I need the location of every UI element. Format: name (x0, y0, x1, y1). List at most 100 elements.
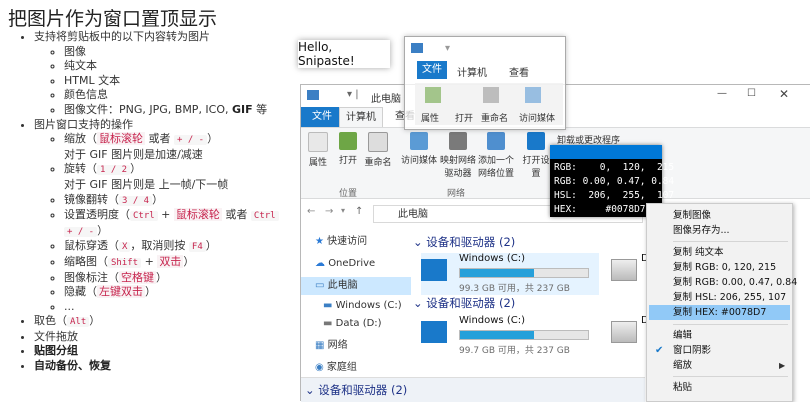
kbd: F4 (188, 242, 206, 253)
list-item-text: 支持将剪贴板中的以下内容转为图片 (34, 30, 210, 43)
menu-item-copy-image[interactable]: 复制图像 (673, 208, 711, 223)
list-item: 文件拖放 (34, 330, 296, 345)
snip-ribbon-image[interactable]: ▾ 文件 计算机 查看 属性 打开 重命名 访问媒体 (404, 36, 566, 130)
group-label: 网络 (447, 189, 466, 199)
drive-tile[interactable]: D (611, 315, 651, 357)
open-settings-button[interactable]: 打开设置 (519, 132, 553, 179)
nav-item-homegroup[interactable]: ◉ 家庭组 (315, 359, 357, 377)
menu-item-copy-text[interactable]: 复制 纯文本 (673, 245, 724, 260)
text: 旋转（ (64, 162, 97, 176)
dropdown-icon: ▾ (445, 43, 451, 54)
menu-item-copy-rgb-float[interactable]: 复制 RGB: 0.00, 0.47, 0.84 (673, 275, 797, 290)
bottom-snip-strip[interactable]: ⌄ 设备和驱动器 (2) (301, 377, 645, 402)
section-title: 设备和驱动器 (2) (426, 296, 516, 310)
drive-tile[interactable]: Windows (C:) 99.3 GB 可用，共 237 GB (421, 253, 599, 295)
text: 缩略图（ (64, 254, 108, 268)
access-media-button[interactable]: 访问媒体 (399, 132, 439, 166)
drive-size: 99.3 GB 可用，共 237 GB (459, 284, 570, 294)
menu-item-copy-rgb[interactable]: 复制 RGB: 0, 120, 215 (673, 260, 776, 275)
button-label: 打开 (338, 156, 357, 166)
list-item: 取色（Alt） (34, 314, 296, 330)
nav-label: OneDrive (328, 258, 376, 269)
rename-button[interactable]: 重命名 (361, 132, 395, 168)
nav-item-drive-c[interactable]: ▬ Windows (C:) (323, 297, 402, 315)
text: 或者 (221, 208, 251, 222)
text: 对于 GIF 图片则是加速/减速 (64, 147, 203, 161)
menu-item-window-shadow[interactable]: 窗口阴影 (673, 343, 711, 358)
section-header[interactable]: ⌄ 设备和驱动器 (2) (413, 234, 515, 250)
menu-item-edit[interactable]: 编辑 (673, 328, 692, 343)
list-item: 图片窗口支持的操作 缩放（鼠标滚轮 或者 + / -）对于 GIF 图片则是加速… (34, 118, 296, 315)
menu-item-zoom[interactable]: 缩放 (673, 358, 692, 373)
list-item: HTML 文本 (64, 74, 296, 89)
chevron-down-icon: ⌄ (305, 383, 319, 397)
open-icon (339, 132, 357, 150)
maximize-icon[interactable]: ☐ (747, 88, 756, 99)
nav-item-drive-d[interactable]: ▬ Data (D:) (323, 315, 382, 333)
text: ） (89, 314, 101, 328)
rename-icon (368, 132, 388, 152)
drive-icon (611, 321, 637, 343)
back-arrow-icon[interactable]: ← (307, 206, 315, 217)
context-menu: 复制图像 图像另存为... 复制 纯文本 复制 RGB: 0, 120, 215… (646, 203, 797, 402)
kbd: + / - (64, 226, 98, 237)
section-title: 设备和驱动器 (2) (318, 383, 408, 397)
section-header[interactable]: ⌄ 设备和驱动器 (2) (413, 295, 515, 311)
add-network-location-button[interactable]: 添加一个网络位置 (475, 132, 517, 179)
close-icon[interactable]: ✕ (779, 87, 789, 101)
text-bold: 贴图分组 (34, 344, 78, 358)
menu-item-copy-hsl[interactable]: 复制 HSL: 206, 255, 107 (673, 290, 786, 305)
tab-computer[interactable]: 计算机 (339, 107, 383, 128)
button-label: 重命名 (364, 158, 392, 168)
list-item: 旋转（1 / 2）对于 GIF 图片则是 上一帧/下一帧 (64, 162, 296, 192)
menu-item-paste[interactable]: 粘贴 (673, 380, 692, 395)
text: 图像标注（ (64, 270, 119, 284)
color-swatch (550, 145, 662, 159)
button-label: 属性 (421, 114, 440, 124)
nav-item-quick-access[interactable]: ★ 快速访问 (315, 233, 367, 251)
tab-file[interactable]: 文件 (301, 107, 343, 127)
nav-label: Data (D:) (335, 318, 382, 329)
map-drive-button[interactable]: 映射网络驱动器 (437, 132, 479, 179)
minimize-icon[interactable]: — (717, 88, 727, 99)
menu-item-copy-hex[interactable]: 复制 HEX: #0078D7 (649, 305, 790, 320)
quick-access-toolbar[interactable]: ▾ | (347, 89, 359, 100)
button-label: 访问媒体 (519, 114, 556, 124)
nav-pane: ★ 快速访问 ☁ OneDrive ▭ 此电脑 ▬ Windows (C:) ▬… (301, 231, 413, 401)
text: 隐藏（ (64, 285, 97, 299)
list-item: 自动备份、恢复 (34, 359, 296, 374)
nav-item-onedrive[interactable]: ☁ OneDrive (315, 255, 375, 273)
drive-usage-fill (460, 331, 535, 339)
section-header: ⌄ 设备和驱动器 (2) (305, 382, 407, 398)
drive-name: Windows (C:) (459, 253, 525, 264)
menu-item-save-image-as[interactable]: 图像另存为... (673, 223, 730, 238)
forward-arrow-icon[interactable]: → (325, 206, 333, 217)
properties-button[interactable]: 属性 (301, 132, 335, 168)
computer-icon: ▭ (315, 280, 328, 291)
windows-drive-icon (421, 259, 447, 281)
drive-tile[interactable]: D (611, 253, 651, 295)
open-button[interactable]: 打开 (331, 132, 365, 166)
drive-name: Windows (C:) (459, 315, 525, 326)
text: + (157, 208, 174, 222)
star-icon: ★ (315, 236, 328, 247)
up-arrow-icon[interactable]: ↑ (355, 206, 363, 217)
network-drive-icon (449, 132, 467, 150)
snip-text-image[interactable]: Hello, Snipaste! (298, 40, 390, 68)
gear-icon (527, 132, 545, 150)
drive-tile[interactable]: Windows (C:) 99.7 GB 可用，共 237 GB (421, 315, 601, 357)
nav-item-network[interactable]: ▦ 网络 (315, 337, 348, 355)
chevron-right-icon: ▶ (779, 361, 786, 370)
nav-item-this-pc[interactable]: ▭ 此电脑 (301, 277, 411, 295)
chevron-down-icon[interactable]: ▾ (341, 206, 345, 215)
kbd: + / - (174, 135, 208, 146)
shortcut: 鼠标滚轮 (97, 132, 145, 146)
text: 设置透明度（ (64, 208, 130, 222)
network-icon: ▦ (315, 340, 328, 351)
kbd: Ctrl (130, 211, 158, 222)
list-item: 颜色信息 (64, 88, 296, 103)
drive-icon: ▬ (323, 300, 336, 311)
checkmark-icon: ✔ (655, 345, 664, 356)
snip-text: Hello, Snipaste! (298, 40, 355, 68)
list-item: 贴图分组 (34, 344, 296, 359)
